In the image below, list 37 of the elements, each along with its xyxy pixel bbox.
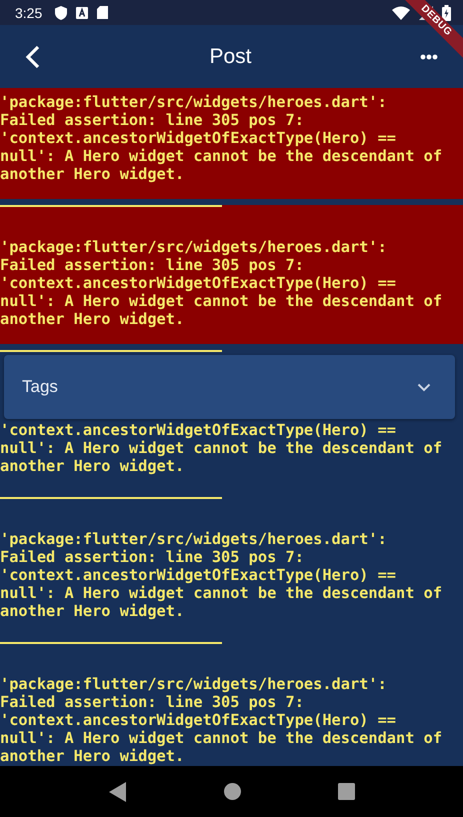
error-text: null': A Hero widget cannot be the descendant of	[0, 292, 444, 310]
chevron-down-icon	[417, 382, 431, 392]
error-text: another Hero widget.	[0, 310, 186, 328]
shield-icon	[55, 6, 68, 20]
error-text: another Hero widget.	[0, 747, 186, 765]
error-text: null': A Hero widget cannot be the descendant of	[0, 439, 444, 457]
error-text: Failed assertion: line 305 pos 7:	[0, 256, 305, 274]
font-icon	[76, 6, 88, 18]
back-icon[interactable]	[25, 44, 41, 68]
app-bar-title: Post	[209, 44, 252, 68]
status-time: 3:25	[15, 4, 42, 20]
error-text: 'context.ancestorWidgetOfExactType(Hero) ==	[0, 566, 398, 584]
wifi-icon	[392, 6, 410, 20]
recents-square-icon[interactable]	[338, 783, 354, 800]
error-text: Failed assertion: line 305 pos 7:	[0, 693, 305, 711]
sd-card-icon	[97, 6, 108, 19]
error-text: 'package:flutter/src/widgets/heroes.dart':	[0, 675, 388, 693]
error-text: null': A Hero widget cannot be the descendant of	[0, 729, 444, 747]
back-triangle-icon[interactable]	[108, 782, 126, 802]
home-circle-icon[interactable]	[224, 783, 240, 800]
error-text: 'package:flutter/src/widgets/heroes.dart':	[0, 93, 388, 111]
error-text: null': A Hero widget cannot be the descendant of	[0, 147, 444, 165]
error-text: 'context.ancestorWidgetOfExactType(Hero) ==	[0, 274, 398, 292]
error-text: another Hero widget.	[0, 165, 186, 183]
error-text: 'context.ancestorWidgetOfExactType(Hero) ==	[0, 421, 398, 439]
tags-dropdown[interactable]: Tags	[4, 355, 455, 419]
error-text: 'context.ancestorWidgetOfExactType(Hero) ==	[0, 711, 398, 729]
error-text: 'context.ancestorWidgetOfExactType(Hero) ==	[0, 129, 398, 147]
battery-icon	[442, 4, 451, 20]
error-text: Failed assertion: line 305 pos 7:	[0, 111, 305, 129]
more-icon[interactable]	[420, 54, 438, 60]
error-text: 'package:flutter/src/widgets/heroes.dart':	[0, 530, 388, 548]
error-text: 'package:flutter/src/widgets/heroes.dart':	[0, 238, 388, 256]
error-text: another Hero widget.	[0, 457, 186, 475]
error-text: Failed assertion: line 305 pos 7:	[0, 548, 305, 566]
error-text: another Hero widget.	[0, 602, 186, 620]
error-text: null': A Hero widget cannot be the descendant of	[0, 584, 444, 602]
